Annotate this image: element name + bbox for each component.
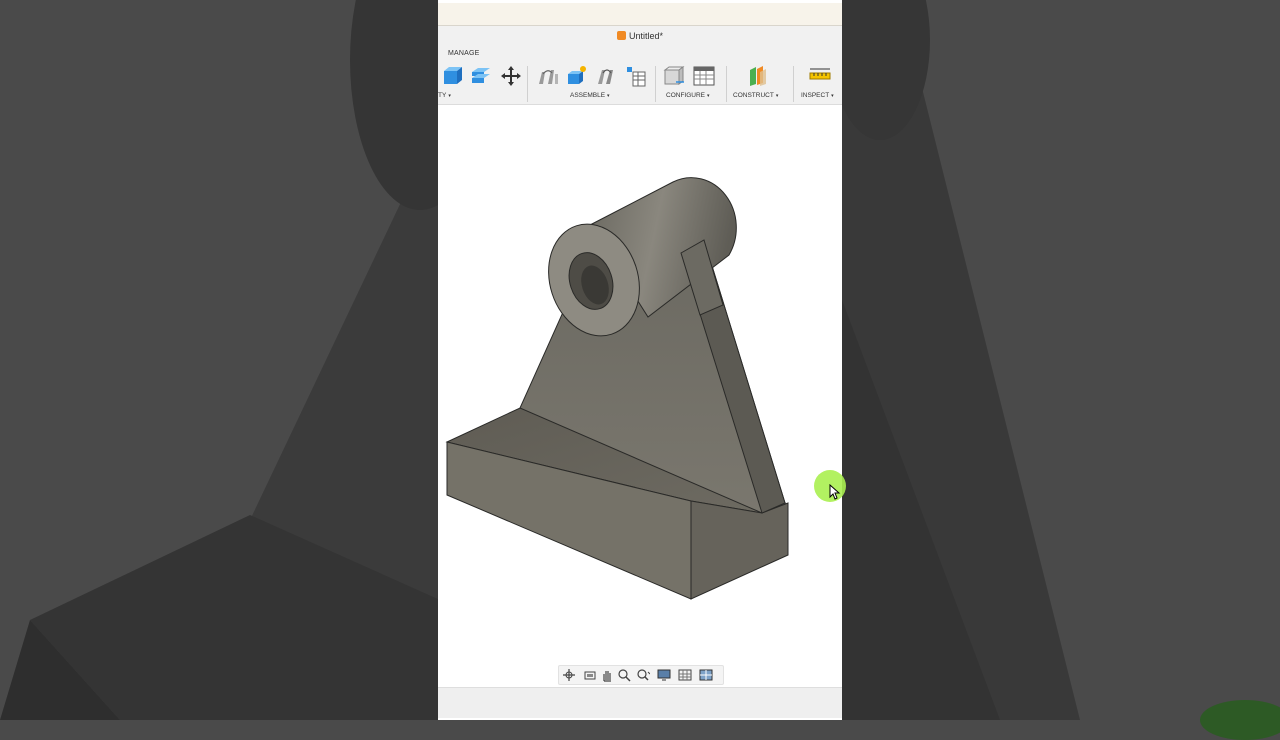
group-modify-label[interactable]: TY ▾ <box>438 92 451 99</box>
document-title: Untitled* <box>438 31 842 41</box>
viewports-icon[interactable] <box>699 668 713 682</box>
box-icon[interactable] <box>440 64 464 88</box>
joint-icon[interactable] <box>536 64 560 88</box>
pan-icon[interactable] <box>600 668 614 682</box>
top-strip <box>438 3 842 26</box>
rigid-joint-icon[interactable] <box>595 64 619 88</box>
title-bar: Untitled* <box>438 26 842 48</box>
status-bar <box>438 687 842 718</box>
look-at-icon[interactable] <box>583 668 597 682</box>
measure-icon[interactable] <box>808 64 832 88</box>
zoom-icon[interactable] <box>617 668 631 682</box>
app-window: Untitled* MANAGE TY ▾ ASSEMBLE ▾ CONFIGU… <box>438 0 842 720</box>
fit-icon[interactable] <box>636 668 650 682</box>
group-inspect-label[interactable]: INSPECT ▾ <box>801 92 834 99</box>
corner-decoration <box>1200 700 1280 740</box>
display-icon[interactable] <box>657 668 671 682</box>
new-component-icon[interactable] <box>565 64 589 88</box>
navigation-bar <box>558 665 724 685</box>
orbit-icon[interactable] <box>562 668 576 682</box>
toolbar-ribbon: MANAGE TY ▾ ASSEMBLE ▾ CONFIGURE ▾ CONST… <box>438 48 842 105</box>
document-title-text: Untitled* <box>628 31 664 41</box>
canvas-viewport[interactable] <box>438 105 842 687</box>
mouse-cursor-icon <box>829 484 841 500</box>
table-icon[interactable] <box>624 64 648 88</box>
plane-icon[interactable] <box>746 64 770 88</box>
move-icon[interactable] <box>499 64 523 88</box>
tab-manage[interactable]: MANAGE <box>448 50 480 57</box>
model-part[interactable] <box>438 105 842 687</box>
group-configure-label[interactable]: CONFIGURE ▾ <box>666 92 710 99</box>
configure-table-icon[interactable] <box>692 64 716 88</box>
grid-icon[interactable] <box>678 668 692 682</box>
document-icon <box>616 31 626 40</box>
configure-icon[interactable] <box>662 64 686 88</box>
group-assemble-label[interactable]: ASSEMBLE ▾ <box>570 92 610 99</box>
stack-icon[interactable] <box>469 64 493 88</box>
group-construct-label[interactable]: CONSTRUCT ▾ <box>733 92 778 99</box>
